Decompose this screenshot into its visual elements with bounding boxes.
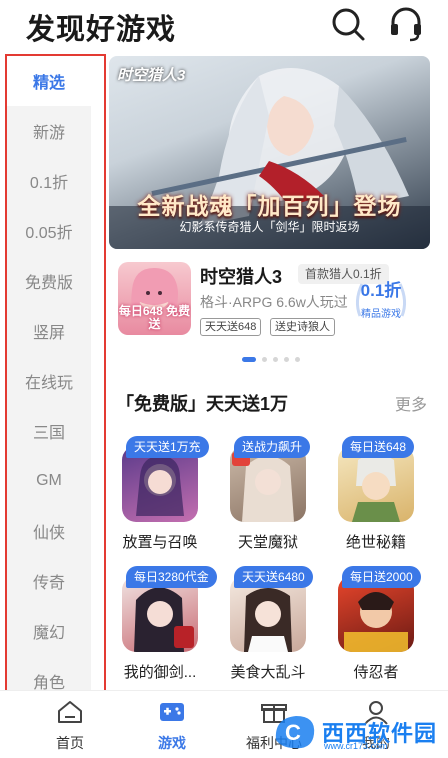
featured-thumb-label: 每日648 免费送 bbox=[118, 304, 191, 331]
promo-banner[interactable]: 时空猎人3 全新战魂「加百列」登场 幻影系传奇猎人「剑华」限时返场 bbox=[109, 56, 430, 249]
sidebar-item-gm[interactable]: GM bbox=[7, 456, 91, 506]
site-watermark: C 西西软件园 www.cr173.com bbox=[268, 710, 444, 752]
featured-game-meta: 格斗·ARPG 6.6w人玩过 bbox=[200, 294, 348, 310]
home-icon bbox=[58, 701, 82, 723]
category-sidebar: 精选 新游 0.1折 0.05折 免费版 竖屏 在线玩 三国 GM 仙侠 传奇 … bbox=[5, 54, 106, 750]
game-name: 天堂魔狱 bbox=[237, 534, 298, 551]
carousel-dot[interactable] bbox=[284, 356, 289, 362]
sidebar-item-legend[interactable]: 传奇 bbox=[7, 556, 91, 606]
benefit-pill: 天天送648 bbox=[200, 318, 262, 336]
sidebar-item-portrait[interactable]: 竖屏 bbox=[7, 306, 91, 356]
nav-label: 游戏 bbox=[158, 735, 186, 751]
game-name: 美食大乱斗 bbox=[230, 664, 306, 681]
carousel-dot[interactable] bbox=[242, 356, 256, 362]
gamepad-icon bbox=[160, 703, 184, 721]
discount-label: 精品游戏 bbox=[361, 309, 401, 320]
header: 发现好游戏 bbox=[0, 0, 448, 50]
game-name: 放置与召唤 bbox=[122, 534, 198, 551]
game-card[interactable]: 送战力飙升 天堂魔狱 bbox=[224, 436, 312, 554]
featured-game-icon: 每日648 免费送 bbox=[118, 262, 191, 335]
sidebar-item-0-05-discount[interactable]: 0.05折 bbox=[7, 206, 91, 256]
featured-game[interactable]: 每日648 免费送 时空猎人3 首款猎人0.1折 格斗·ARPG 6.6w人玩过… bbox=[118, 262, 430, 342]
game-card[interactable]: 每日送648 绝世秘籍 bbox=[332, 436, 420, 554]
game-name: 绝世秘籍 bbox=[345, 534, 406, 551]
section-title: 「免费版」天天送1万 bbox=[116, 394, 289, 414]
nav-tab-home[interactable]: 首页 bbox=[30, 691, 110, 758]
banner-game-logo: 时空猎人3 bbox=[117, 67, 186, 84]
benefit-pill: 送史诗狼人 bbox=[270, 318, 335, 336]
game-card[interactable]: 每日送2000 侍忍者 bbox=[332, 566, 421, 684]
sidebar-item-xianxia[interactable]: 仙侠 bbox=[7, 506, 91, 556]
game-name: 侍忍者 bbox=[353, 664, 399, 681]
game-promo-tag: 每日送2000 bbox=[342, 566, 421, 588]
game-name: 我的御剑... bbox=[123, 664, 197, 681]
watermark-url: www.cr173.com bbox=[324, 741, 388, 751]
watermark-logo: C bbox=[275, 716, 315, 749]
nav-label: 首页 bbox=[56, 735, 84, 751]
headset-icon[interactable] bbox=[388, 6, 424, 42]
game-card[interactable]: 天天送1万充 放置与召唤 bbox=[116, 436, 209, 554]
game-promo-tag: 天天送1万充 bbox=[126, 436, 209, 458]
carousel-dot[interactable] bbox=[295, 356, 300, 362]
sidebar-item-featured[interactable]: 精选 bbox=[7, 56, 91, 106]
page-title: 发现好游戏 bbox=[26, 14, 177, 46]
game-promo-tag: 天天送6480 bbox=[234, 566, 313, 588]
svg-text:C: C bbox=[285, 720, 301, 745]
carousel-dot[interactable] bbox=[262, 356, 267, 362]
game-card[interactable]: 天天送6480 美食大乱斗 bbox=[224, 566, 313, 684]
game-promo-tag: 每日3280代金 bbox=[126, 566, 217, 588]
discount-badge: 0.1折 精品游戏 bbox=[350, 276, 412, 326]
game-promo-tag: 送战力飙升 bbox=[234, 436, 311, 458]
sidebar-item-fantasy[interactable]: 魔幻 bbox=[7, 606, 91, 656]
section-more-link[interactable]: 更多 bbox=[395, 391, 427, 415]
search-icon[interactable] bbox=[330, 6, 366, 42]
category-list: 精选 新游 0.1折 0.05折 免费版 竖屏 在线玩 三国 GM 仙侠 传奇 … bbox=[7, 56, 91, 696]
game-card[interactable]: 每日3280代金 我的御剑... bbox=[116, 566, 217, 684]
banner-subline: 幻影系传奇猎人「剑华」限时返场 bbox=[179, 220, 360, 234]
sidebar-item-0-1-discount[interactable]: 0.1折 bbox=[7, 156, 91, 206]
game-promo-tag: 每日送648 bbox=[342, 436, 415, 458]
featured-game-name: 时空猎人3 bbox=[200, 267, 283, 287]
carousel-dot[interactable] bbox=[273, 356, 278, 362]
banner-headline: 全新战魂「加百列」登场 bbox=[137, 193, 402, 219]
sidebar-item-online-play[interactable]: 在线玩 bbox=[7, 356, 91, 406]
sidebar-item-new-games[interactable]: 新游 bbox=[7, 106, 91, 156]
sidebar-item-three-kingdoms[interactable]: 三国 bbox=[7, 406, 91, 456]
discount-value: 0.1折 bbox=[360, 281, 402, 300]
carousel-indicator bbox=[242, 355, 300, 363]
nav-tab-games[interactable]: 游戏 bbox=[132, 691, 212, 758]
sidebar-item-free-version[interactable]: 免费版 bbox=[7, 256, 91, 306]
